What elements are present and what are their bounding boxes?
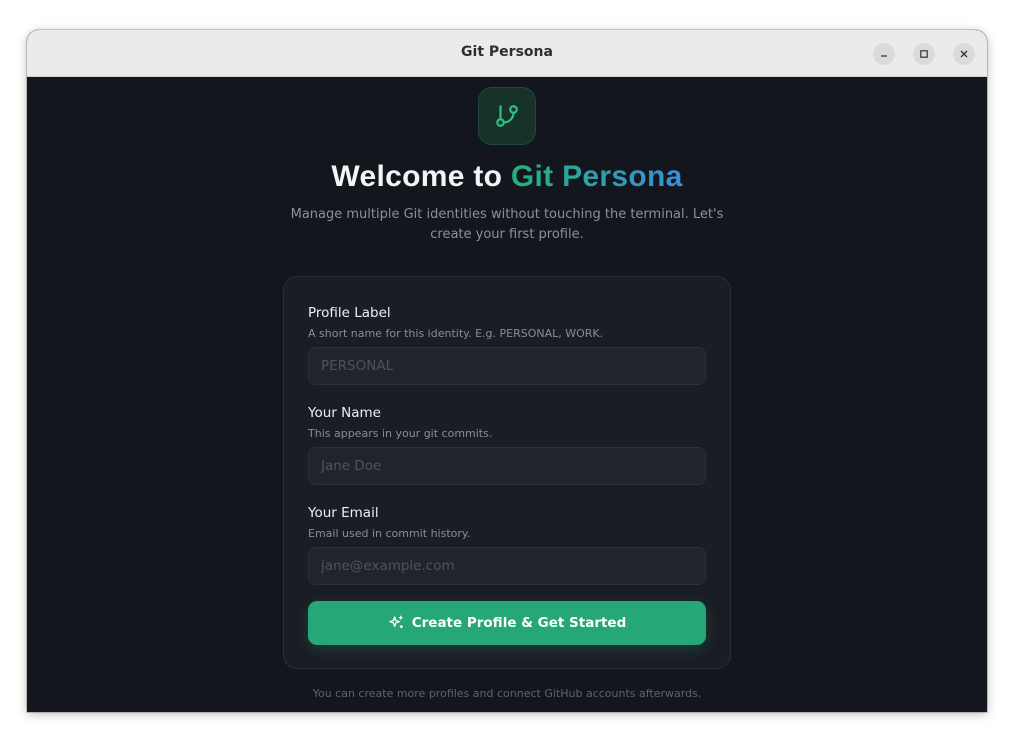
heading-app-name: Git Persona	[510, 160, 683, 193]
close-icon	[960, 50, 968, 58]
minimize-button[interactable]	[873, 43, 895, 65]
sparkles-icon	[388, 615, 404, 631]
name-help: This appears in your git commits.	[308, 427, 493, 440]
profile-label-input[interactable]	[308, 347, 706, 385]
git-branch-icon	[496, 105, 518, 127]
close-button[interactable]	[953, 43, 975, 65]
email-help: Email used in commit history.	[308, 527, 471, 540]
name-input[interactable]	[308, 447, 706, 485]
title-bar[interactable]: Git Persona	[27, 30, 987, 77]
profile-label-help: A short name for this identity. E.g. PER…	[308, 327, 604, 340]
email-label: Your Email	[308, 505, 379, 521]
create-profile-button[interactable]: Create Profile & Get Started	[308, 601, 706, 645]
profile-label-label: Profile Label	[308, 305, 391, 321]
welcome-subtitle: Manage multiple Git identities without t…	[290, 207, 724, 242]
maximize-button[interactable]	[913, 43, 935, 65]
footer-note: You can create more profiles and connect…	[312, 687, 702, 700]
maximize-icon	[920, 50, 928, 58]
heading-prefix: Welcome to	[331, 160, 511, 193]
app-window: Git Persona Welcome to Git Persona Manag…	[27, 30, 987, 712]
window-title: Git Persona	[461, 44, 553, 60]
email-input[interactable]	[308, 547, 706, 585]
profile-form-card: Profile Label A short name for this iden…	[283, 276, 731, 669]
welcome-heading: Welcome to Git Persona	[27, 160, 987, 194]
main-content: Welcome to Git Persona Manage multiple G…	[27, 78, 987, 712]
name-label: Your Name	[308, 405, 381, 421]
minimize-icon	[881, 55, 887, 57]
app-logo	[478, 87, 536, 145]
create-profile-label: Create Profile & Get Started	[411, 615, 627, 631]
